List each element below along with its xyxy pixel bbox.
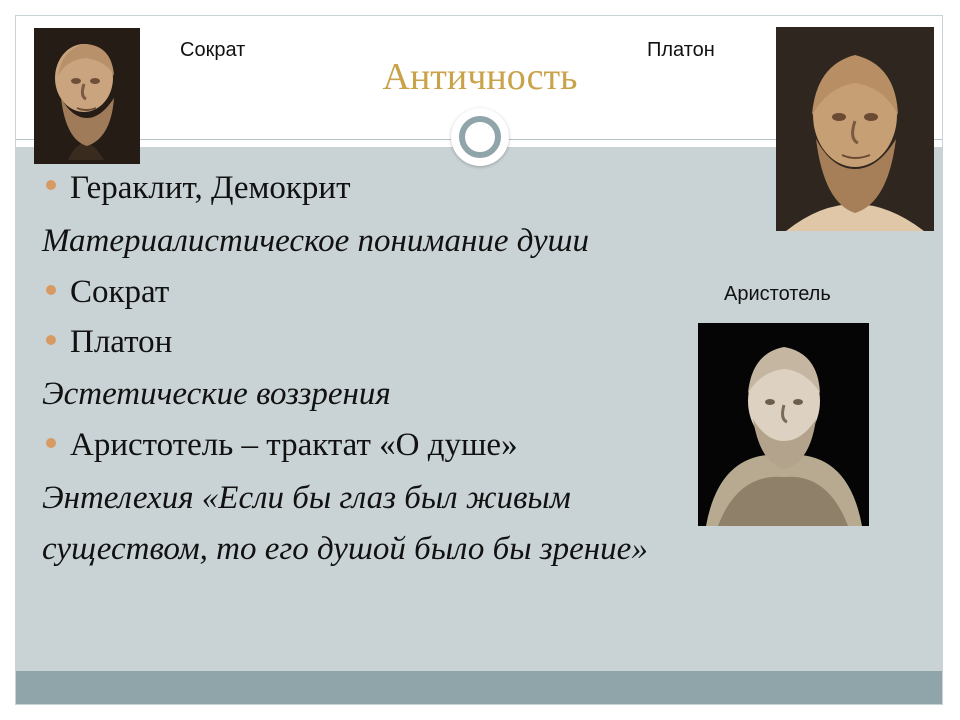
socrates-portrait xyxy=(34,28,140,164)
socrates-bust-image xyxy=(34,28,140,164)
plato-portrait xyxy=(776,27,934,231)
bullet-aristotle-treatise: Аристотель – трактат «О душе» xyxy=(70,427,518,463)
socrates-caption: Сократ xyxy=(180,39,246,61)
aesthetic-views-line: Эстетические воззрения xyxy=(42,376,391,412)
bullet-3-icon xyxy=(46,335,56,345)
entelechy-line-1: Энтелехия «Если бы глаз был живым xyxy=(42,480,571,516)
bullet-plato: Платон xyxy=(70,324,173,360)
bullet-4-icon xyxy=(46,438,56,448)
aristotle-bust-image xyxy=(698,323,869,526)
entelechy-line-2: существом, то его душой было бы зрение» xyxy=(42,531,648,567)
slide-title: Античность xyxy=(382,56,578,98)
bullet-herakleitos-democritus: Гераклит, Демокрит xyxy=(70,170,351,206)
footer-band xyxy=(16,671,942,704)
ring-center xyxy=(459,116,501,158)
materialistic-soul-line: Материалистическое понимание души xyxy=(42,223,590,259)
bullet-1-icon xyxy=(46,180,56,190)
plato-bust-image xyxy=(776,27,934,231)
bullet-2-icon xyxy=(46,285,56,295)
bullet-socrates: Сократ xyxy=(70,274,170,310)
aristotle-caption: Аристотель xyxy=(724,283,831,305)
plato-caption: Платон xyxy=(647,39,715,61)
title-ring-icon xyxy=(451,108,509,166)
aristotle-portrait xyxy=(698,323,869,526)
